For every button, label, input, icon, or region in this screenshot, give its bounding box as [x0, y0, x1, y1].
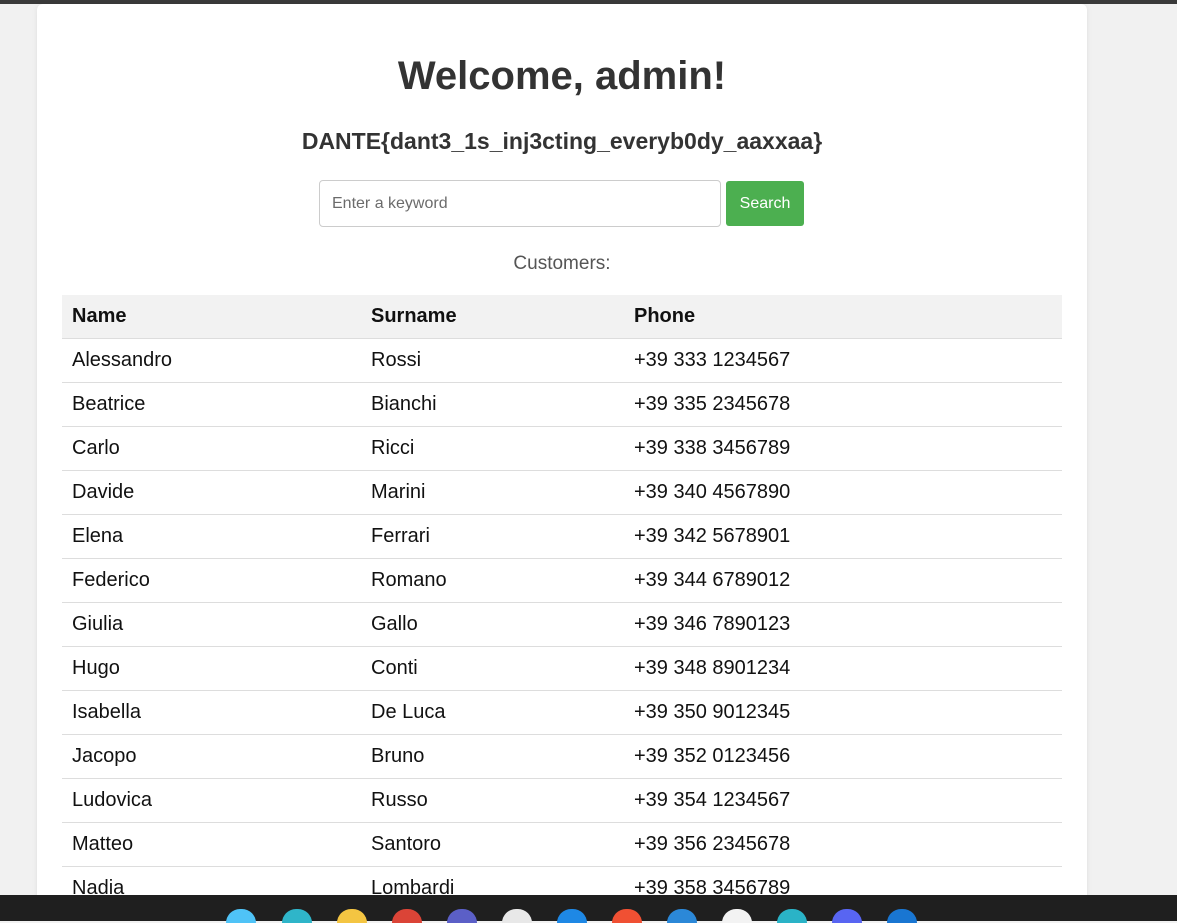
- cell-surname: Gallo: [361, 602, 624, 647]
- cell-name: Davide: [62, 470, 361, 515]
- table-row: Carlo Ricci +39 338 3456789: [62, 426, 1062, 471]
- table-row: Davide Marini +39 340 4567890: [62, 470, 1062, 515]
- table-row: Beatrice Bianchi +39 335 2345678: [62, 382, 1062, 427]
- cell-name: Isabella: [62, 690, 361, 735]
- cell-phone: +39 348 8901234: [624, 646, 1062, 691]
- cell-name: Giulia: [62, 602, 361, 647]
- cell-surname: De Luca: [361, 690, 624, 735]
- cell-phone: +39 335 2345678: [624, 382, 1062, 427]
- cell-surname: Romano: [361, 558, 624, 603]
- cell-surname: Marini: [361, 470, 624, 515]
- cell-phone: +39 340 4567890: [624, 470, 1062, 515]
- cell-surname: Bianchi: [361, 382, 624, 427]
- cell-name: Beatrice: [62, 382, 361, 427]
- main-card: Welcome, admin! DANTE{dant3_1s_inj3cting…: [37, 4, 1087, 904]
- search-button[interactable]: Search: [726, 181, 804, 226]
- search-input[interactable]: [319, 180, 721, 227]
- cell-phone: +39 352 0123456: [624, 734, 1062, 779]
- table-row: Giulia Gallo +39 346 7890123: [62, 602, 1062, 647]
- table-header-row: Name Surname Phone: [62, 295, 1062, 339]
- cell-name: Elena: [62, 514, 361, 559]
- table-row: Federico Romano +39 344 6789012: [62, 558, 1062, 603]
- cell-phone: +39 338 3456789: [624, 426, 1062, 471]
- page-title: Welcome, admin!: [397, 54, 727, 98]
- table-row: Jacopo Bruno +39 352 0123456: [62, 734, 1062, 779]
- cell-name: Alessandro: [62, 338, 361, 383]
- cell-name: Carlo: [62, 426, 361, 471]
- customers-heading: Customers:: [513, 253, 611, 274]
- cell-name: Hugo: [62, 646, 361, 691]
- column-header-surname: Surname: [361, 295, 624, 339]
- cell-phone: +39 356 2345678: [624, 822, 1062, 867]
- table-row: Elena Ferrari +39 342 5678901: [62, 514, 1062, 559]
- cell-name: Federico: [62, 558, 361, 603]
- cell-surname: Santoro: [361, 822, 624, 867]
- table-row: Hugo Conti +39 348 8901234: [62, 646, 1062, 691]
- cell-surname: Ricci: [361, 426, 624, 471]
- cell-phone: +39 350 9012345: [624, 690, 1062, 735]
- column-header-name: Name: [62, 295, 361, 339]
- column-header-phone: Phone: [624, 295, 1062, 339]
- table-row: Matteo Santoro +39 356 2345678: [62, 822, 1062, 867]
- cell-name: Ludovica: [62, 778, 361, 823]
- customers-table: Name Surname Phone Alessandro Rossi +39 …: [62, 295, 1062, 904]
- cell-surname: Bruno: [361, 734, 624, 779]
- cell-surname: Conti: [361, 646, 624, 691]
- cell-phone: +39 344 6789012: [624, 558, 1062, 603]
- cell-phone: +39 342 5678901: [624, 514, 1062, 559]
- table-row: Ludovica Russo +39 354 1234567: [62, 778, 1062, 823]
- table-row: Alessandro Rossi +39 333 1234567: [62, 338, 1062, 383]
- cell-name: Matteo: [62, 822, 361, 867]
- cell-surname: Rossi: [361, 338, 624, 383]
- cell-surname: Russo: [361, 778, 624, 823]
- cell-name: Jacopo: [62, 734, 361, 779]
- search-form: Search: [319, 180, 804, 227]
- taskbar: [0, 895, 1177, 923]
- flag-text: DANTE{dant3_1s_inj3cting_everyb0dy_aaxxa…: [301, 128, 823, 154]
- table-row: Isabella De Luca +39 350 9012345: [62, 690, 1062, 735]
- cell-phone: +39 333 1234567: [624, 338, 1062, 383]
- cell-phone: +39 354 1234567: [624, 778, 1062, 823]
- cell-surname: Ferrari: [361, 514, 624, 559]
- cell-phone: +39 346 7890123: [624, 602, 1062, 647]
